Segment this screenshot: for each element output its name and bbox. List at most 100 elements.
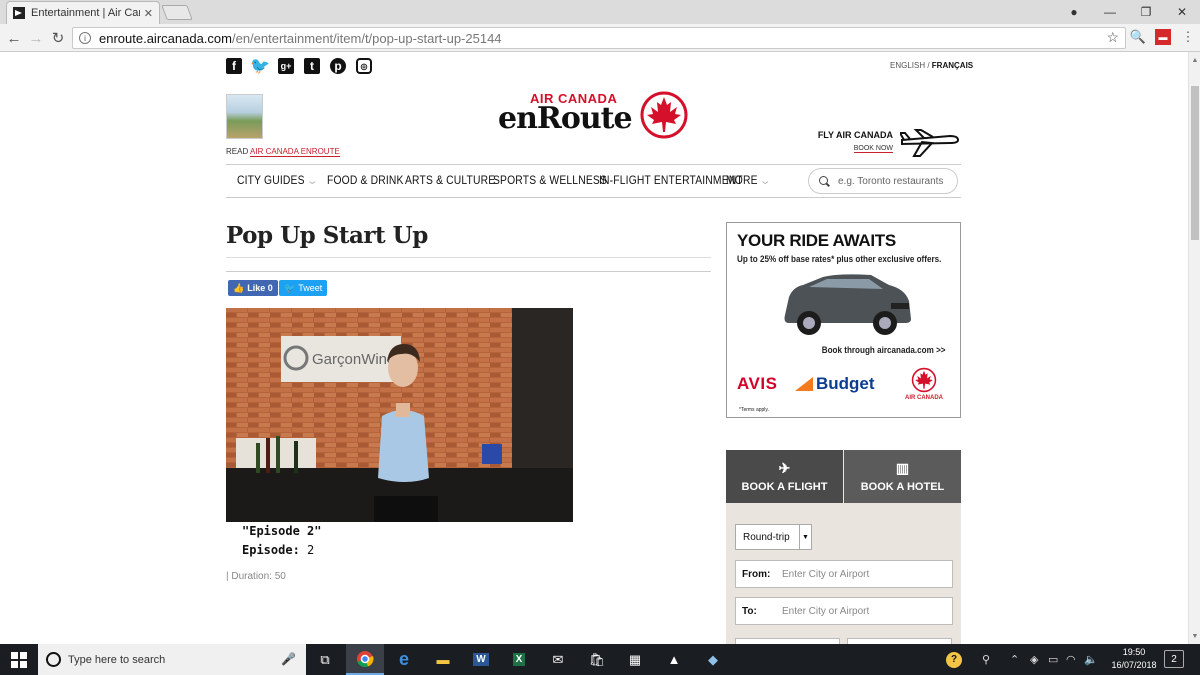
- from-field[interactable]: From: Enter City or Airport: [735, 560, 953, 588]
- to-placeholder: Enter City or Airport: [782, 605, 870, 617]
- tray-chevron-icon[interactable]: ⌃: [1010, 644, 1019, 675]
- people-icon[interactable]: ⚲: [982, 644, 990, 675]
- video-thumbnail[interactable]: GarçonWines: [226, 308, 573, 522]
- restore-button[interactable]: ❐: [1128, 0, 1164, 24]
- taskbar-search[interactable]: Type here to search 🎤: [38, 644, 306, 675]
- nav-food-drink[interactable]: FOOD & DRINK: [327, 173, 404, 187]
- browser-tab-bar: Entertainment | Air Canada ✕ ● — ❐ ✕: [0, 0, 1200, 24]
- airplane-icon: [900, 129, 960, 157]
- book-now-link[interactable]: BOOK NOW: [853, 145, 893, 153]
- address-bar: ← → ↻ i enroute.aircanada.com/en/enterta…: [0, 24, 1200, 52]
- nav-arts-culture[interactable]: ARTS & CULTURE: [405, 173, 495, 187]
- logo-enroute: enRoute: [498, 101, 633, 136]
- scrollbar-thumb[interactable]: [1191, 86, 1199, 240]
- maple-leaf-icon: [640, 91, 688, 139]
- lang-english[interactable]: ENGLISH: [890, 61, 925, 70]
- app-icon[interactable]: ◆: [694, 644, 732, 675]
- edge-icon[interactable]: e: [385, 644, 423, 675]
- twitter-icon[interactable]: 🐦: [250, 58, 270, 75]
- help-icon[interactable]: ?: [946, 644, 962, 675]
- back-button[interactable]: ←: [4, 28, 24, 48]
- profile-icon[interactable]: ●: [1056, 0, 1092, 24]
- search-input[interactable]: e.g. Toronto restaurants: [808, 168, 958, 194]
- file-explorer-icon[interactable]: ▬: [424, 644, 462, 675]
- chevron-down-icon: ⌄: [305, 175, 319, 187]
- word-icon[interactable]: W: [462, 644, 500, 675]
- tab-close-icon[interactable]: ✕: [144, 7, 153, 20]
- calculator-icon[interactable]: ▦: [616, 644, 654, 675]
- magazine-cover[interactable]: [226, 94, 263, 139]
- episode-info: Episode: 2: [242, 543, 314, 557]
- title-divider: [226, 257, 711, 258]
- avis-logo: AVIS: [737, 374, 778, 393]
- menu-icon[interactable]: ⋮: [1180, 29, 1196, 45]
- microphone-icon[interactable]: 🎤: [281, 652, 296, 666]
- task-view-icon[interactable]: ⧉: [306, 644, 344, 675]
- system-clock[interactable]: 19:50 16/07/2018: [1108, 646, 1160, 672]
- from-placeholder: Enter City or Airport: [782, 568, 870, 580]
- maple-leaf-icon: [911, 367, 937, 393]
- chrome-logo-icon: [357, 650, 374, 667]
- rental-car-ad[interactable]: YOUR RIDE AWAITS Up to 25% off base rate…: [726, 222, 961, 418]
- tumblr-icon[interactable]: t: [304, 58, 320, 74]
- duration: | Duration: 50: [226, 571, 286, 582]
- dropdown-arrow-icon: ▼: [799, 525, 811, 549]
- page-title: Pop Up Start Up: [226, 222, 428, 249]
- nav-inflight-entertainment[interactable]: IN-FLIGHT ENTERTAINMENT: [599, 173, 743, 187]
- search-icon: [819, 175, 830, 187]
- mail-icon[interactable]: ✉: [539, 644, 577, 675]
- dropbox-icon[interactable]: ◈: [1030, 644, 1038, 675]
- photos-icon[interactable]: ▲: [655, 644, 693, 675]
- excel-icon[interactable]: X: [500, 644, 538, 675]
- bookmark-star-icon[interactable]: ☆: [1106, 29, 1119, 46]
- budget-logo: Budget: [795, 374, 875, 394]
- volume-icon[interactable]: 🔈: [1084, 644, 1098, 675]
- language-switcher: ENGLISH / FRANÇAIS: [890, 61, 973, 70]
- facebook-like-button[interactable]: 👍 Like 0: [228, 280, 278, 296]
- battery-icon[interactable]: ▭: [1048, 644, 1058, 675]
- extension-icon[interactable]: ▬: [1155, 29, 1171, 45]
- minimize-button[interactable]: —: [1092, 0, 1128, 24]
- trip-type-select[interactable]: Round-trip ▼: [735, 524, 812, 550]
- cortana-icon: [46, 652, 61, 667]
- episode-number: 2: [307, 543, 315, 557]
- scroll-up-icon[interactable]: ▲: [1189, 54, 1200, 66]
- tab-title: Entertainment | Air Canada: [31, 7, 140, 19]
- nav-top-rule: [226, 164, 961, 165]
- start-button[interactable]: [0, 644, 38, 675]
- social-links: f 🐦 g+ t p ◎: [226, 58, 372, 75]
- nav-more[interactable]: MORE⌄: [726, 173, 771, 187]
- wifi-icon[interactable]: ◠: [1066, 644, 1076, 675]
- google-plus-icon[interactable]: g+: [278, 58, 294, 74]
- chrome-icon[interactable]: [346, 644, 384, 675]
- browser-tab[interactable]: Entertainment | Air Canada ✕: [6, 1, 160, 24]
- pinterest-icon[interactable]: p: [330, 58, 346, 74]
- web-page: f 🐦 g+ t p ◎ ENGLISH / FRANÇAIS READ AIR…: [0, 52, 1188, 644]
- tab-book-hotel[interactable]: ▥ BOOK A HOTEL: [844, 450, 961, 503]
- reload-button[interactable]: ↻: [48, 28, 68, 48]
- lang-french[interactable]: FRANÇAIS: [932, 61, 973, 70]
- read-enroute-link[interactable]: AIR CANADA ENROUTE: [250, 147, 340, 157]
- tweet-button[interactable]: 🐦 Tweet: [279, 280, 328, 296]
- forward-button[interactable]: →: [26, 28, 46, 48]
- facebook-icon[interactable]: f: [226, 58, 242, 74]
- notification-center-icon[interactable]: 2: [1164, 650, 1184, 668]
- to-field[interactable]: To: Enter City or Airport: [735, 597, 953, 625]
- nav-city-guides[interactable]: CITY GUIDES⌄: [237, 173, 319, 187]
- page-scrollbar[interactable]: ▲ ▼: [1188, 52, 1200, 644]
- ad-cta[interactable]: Book through aircanada.com >>: [822, 345, 946, 355]
- url-field[interactable]: i enroute.aircanada.com/en/entertainment…: [72, 27, 1126, 49]
- enroute-logo[interactable]: AIR CANADA enRoute: [498, 90, 690, 140]
- tab-book-flight[interactable]: ✈ BOOK A FLIGHT: [726, 450, 843, 503]
- new-tab-button[interactable]: [161, 5, 193, 20]
- info-icon[interactable]: i: [79, 32, 91, 44]
- episode-title: "Episode 2": [242, 524, 322, 538]
- scroll-down-icon[interactable]: ▼: [1189, 630, 1200, 642]
- close-window-button[interactable]: ✕: [1164, 0, 1200, 24]
- from-label: From:: [742, 568, 771, 580]
- nav-sports-wellness[interactable]: SPORTS & WELLNESS: [493, 173, 607, 187]
- windows-logo-icon: [11, 651, 27, 668]
- instagram-icon[interactable]: ◎: [356, 58, 372, 74]
- store-icon[interactable]: 🛍: [578, 644, 616, 675]
- zoom-extension-icon[interactable]: 🔍: [1130, 29, 1146, 45]
